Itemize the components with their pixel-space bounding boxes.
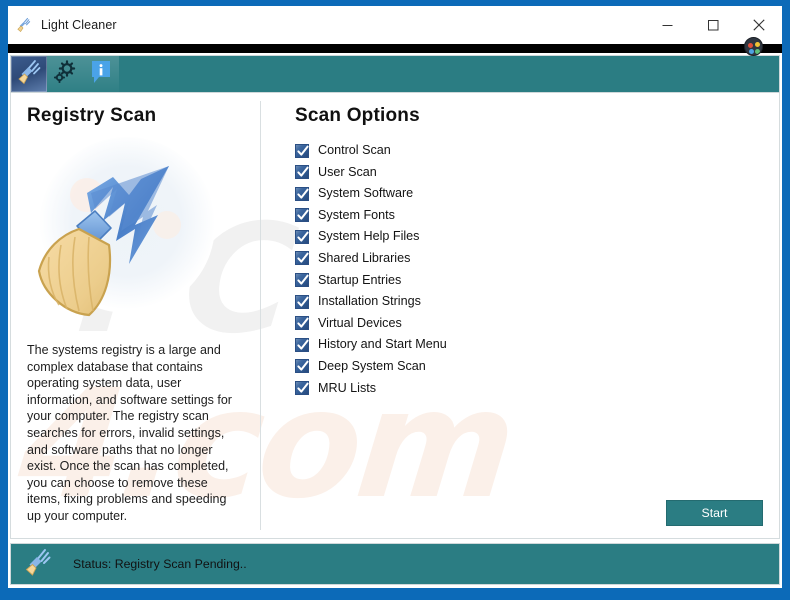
toolbar-settings-button[interactable] [47, 56, 83, 92]
start-button[interactable]: Start [666, 500, 763, 526]
scan-option-label: Installation Strings [318, 294, 421, 309]
checkbox-checked-icon[interactable] [295, 381, 309, 396]
status-bar-container: Status: Registry Scan Pending.. [8, 539, 782, 588]
scan-option-label: Deep System Scan [318, 358, 426, 373]
scan-option-row[interactable]: Installation Strings [295, 294, 779, 309]
scan-option-row[interactable]: Control Scan [295, 143, 779, 158]
scan-option-row[interactable]: System Help Files [295, 229, 779, 244]
broom-lightning-icon [16, 59, 42, 90]
scan-option-row[interactable]: Deep System Scan [295, 359, 779, 374]
application-window: Light Cleaner 4.com Registry Scan The sy… [8, 6, 782, 588]
toolbar-info-button[interactable] [83, 56, 119, 92]
scan-option-label: User Scan [318, 164, 377, 179]
info-icon [89, 59, 113, 90]
toolbar-container [8, 53, 782, 93]
scan-option-label: Control Scan [318, 143, 391, 157]
checkbox-checked-icon[interactable] [295, 294, 309, 309]
scan-option-label: System Software [318, 186, 414, 201]
checkbox-checked-icon[interactable] [295, 251, 309, 266]
start-button-container: Start [666, 500, 763, 526]
title-separator-strip [8, 44, 782, 53]
checkbox-checked-icon[interactable] [295, 337, 309, 352]
page-title: Registry Scan [27, 105, 157, 126]
status-text: Status: Registry Scan Pending.. [73, 557, 247, 571]
scan-option-row[interactable]: User Scan [295, 165, 779, 180]
checkbox-checked-icon[interactable] [295, 186, 309, 201]
scan-option-label: Startup Entries [318, 272, 402, 287]
scan-options-panel: Scan Options Control Scan User Scan System… [261, 93, 779, 538]
toolbar [10, 55, 780, 93]
checkbox-checked-icon[interactable] [295, 316, 309, 331]
scan-option-row[interactable]: System Fonts [295, 208, 779, 223]
broom-lightning-icon [23, 547, 53, 582]
gears-icon [52, 59, 78, 90]
scan-option-label: System Help Files [318, 229, 420, 244]
scan-option-label: Virtual Devices [318, 315, 402, 330]
scan-option-row[interactable]: Startup Entries [295, 273, 779, 288]
checkbox-checked-icon[interactable] [295, 165, 309, 180]
scan-option-row[interactable]: History and Start Menu [295, 337, 779, 352]
scan-option-row[interactable]: Virtual Devices [295, 316, 779, 331]
scan-option-label: History and Start Menu [318, 337, 447, 352]
registry-scan-description: The systems registry is a large and comp… [27, 343, 232, 523]
scan-options-list: Control Scan User Scan System Software Syst… [295, 143, 779, 396]
minimize-button[interactable] [644, 6, 690, 44]
scan-option-row[interactable]: System Software [295, 186, 779, 201]
checkbox-checked-icon[interactable] [295, 229, 309, 244]
window-controls [644, 6, 782, 44]
title-bar: Light Cleaner [8, 6, 782, 56]
checkbox-checked-icon[interactable] [295, 273, 309, 288]
window-title: Light Cleaner [41, 18, 117, 32]
title-bar-left: Light Cleaner [8, 17, 117, 33]
scan-options-title: Scan Options [295, 105, 420, 126]
registry-scan-panel: Registry Scan The systems registry is a … [11, 93, 260, 538]
scan-option-row[interactable]: Shared Libraries [295, 251, 779, 266]
status-bar: Status: Registry Scan Pending.. [10, 543, 780, 585]
tray-app-badge-icon[interactable] [744, 37, 763, 56]
main-content: PC 4.com Registry Scan [10, 93, 780, 539]
broom-lightning-illustration [17, 133, 247, 328]
toolbar-scan-button[interactable] [11, 56, 47, 92]
scan-option-row[interactable]: MRU Lists [295, 381, 779, 396]
desktop-background: Light Cleaner 4.com Registry Scan The sy… [0, 0, 790, 600]
checkbox-checked-icon[interactable] [295, 143, 309, 158]
broom-lightning-icon [16, 17, 32, 33]
scan-option-label: Shared Libraries [318, 250, 411, 265]
scan-option-label: MRU Lists [318, 380, 377, 395]
maximize-button[interactable] [690, 6, 736, 44]
checkbox-checked-icon[interactable] [295, 359, 309, 374]
checkbox-checked-icon[interactable] [295, 208, 309, 223]
scan-option-label: System Fonts [318, 207, 395, 222]
